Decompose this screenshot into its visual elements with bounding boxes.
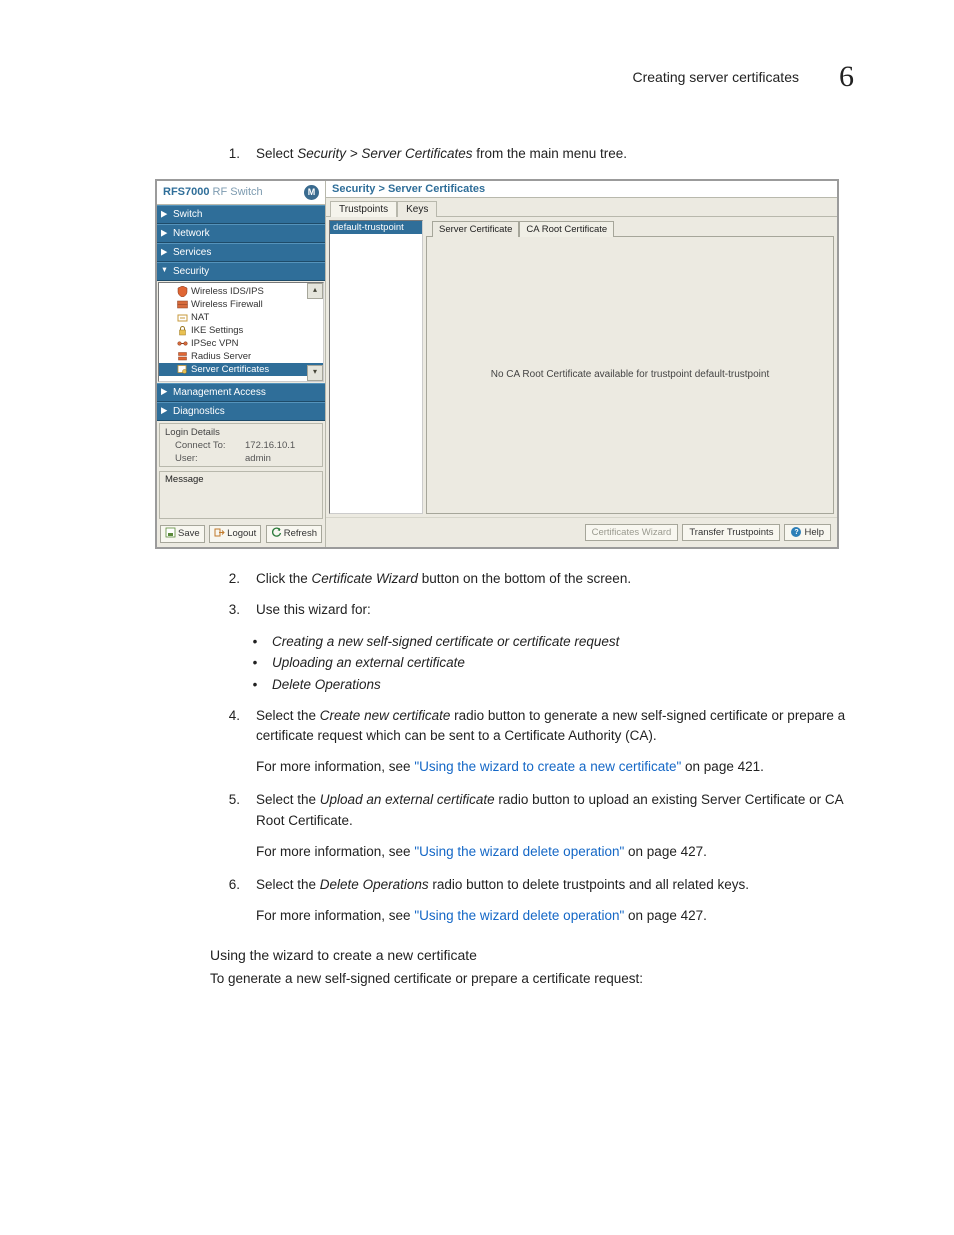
bullet: •Creating a new self-signed certificate …: [250, 631, 854, 653]
step-1: 1. Select Security > Server Certificates…: [220, 144, 854, 165]
tab-server-certificate[interactable]: Server Certificate: [432, 221, 519, 237]
tree-item-wireless-firewall[interactable]: Wireless Firewall: [159, 298, 323, 311]
app-screenshot: RFS7000 RF Switch M Switch Network Servi…: [155, 179, 839, 549]
save-icon: [165, 527, 176, 541]
subsection-para: To generate a new self-signed certificat…: [210, 969, 854, 990]
certificate-area: Server Certificate CA Root Certificate N…: [426, 220, 834, 514]
shield-icon: [177, 286, 188, 297]
nat-icon: [177, 312, 188, 323]
certificate-icon: [177, 364, 188, 375]
nav-panel: RFS7000 RF Switch M Switch Network Servi…: [157, 181, 326, 547]
empty-certificate-message: No CA Root Certificate available for tru…: [491, 369, 769, 380]
tree-item-server-certificates[interactable]: Server Certificates: [159, 363, 323, 376]
nav-section-security[interactable]: Security: [157, 262, 325, 281]
transfer-trustpoints-button[interactable]: Transfer Trustpoints: [682, 524, 780, 541]
step-number: 2.: [220, 569, 240, 590]
page: Creating server certificates 6 1. Select…: [0, 0, 954, 1235]
help-icon: ?: [791, 527, 801, 537]
main-tabs: Trustpoints Keys: [326, 198, 837, 216]
tree-item-radius-server[interactable]: Radius Server: [159, 350, 323, 363]
trustpoint-item[interactable]: default-trustpoint: [330, 221, 422, 234]
message-legend: Message: [165, 474, 317, 485]
login-connect-value: 172.16.10.1: [245, 440, 295, 451]
page-header: Creating server certificates 6: [90, 60, 864, 94]
tree-item-wireless-ids[interactable]: Wireless IDS/IPS: [159, 285, 323, 298]
nav-section-services[interactable]: Services: [157, 243, 325, 262]
main-title: Security > Server Certificates: [326, 181, 837, 198]
step-4: 4. Select the Create new certificate rad…: [220, 706, 854, 748]
refresh-icon: [271, 527, 282, 541]
step-3-bullets: •Creating a new self-signed certificate …: [250, 631, 854, 696]
certificate-tabs: Server Certificate CA Root Certificate: [426, 220, 834, 236]
step-number: 1.: [220, 144, 240, 165]
wizard-create-link[interactable]: "Using the wizard to create a new certif…: [414, 759, 681, 774]
certificate-body: No CA Root Certificate available for tru…: [426, 236, 834, 514]
server-icon: [177, 351, 188, 362]
tab-keys[interactable]: Keys: [397, 201, 437, 217]
lock-icon: [177, 325, 188, 336]
main-footer: Certificates Wizard Transfer Trustpoints…: [326, 517, 837, 547]
tree-item-nat[interactable]: NAT: [159, 311, 323, 324]
wizard-delete-link[interactable]: "Using the wizard delete operation": [414, 844, 624, 859]
main-body: default-trustpoint Server Certificate CA…: [326, 216, 837, 517]
bullet: •Delete Operations: [250, 674, 854, 696]
wizard-delete-link-2[interactable]: "Using the wizard delete operation": [414, 908, 624, 923]
step-5: 5. Select the Upload an external certifi…: [220, 790, 854, 832]
main-panel: Security > Server Certificates Trustpoin…: [326, 181, 837, 547]
save-button[interactable]: Save: [160, 525, 205, 543]
subsection-title: Using the wizard to create a new certifi…: [210, 947, 854, 963]
step-text: Click the Certificate Wizard button on t…: [256, 569, 854, 590]
scroll-down-icon[interactable]: ▾: [307, 365, 323, 381]
nav-section-management[interactable]: Management Access: [157, 383, 325, 402]
step-number: 3.: [220, 600, 240, 621]
step-3: 3. Use this wizard for:: [220, 600, 854, 621]
help-button[interactable]: ? Help: [784, 524, 831, 541]
tab-ca-root-certificate[interactable]: CA Root Certificate: [519, 221, 614, 237]
nav-section-switch[interactable]: Switch: [157, 205, 325, 224]
refresh-button[interactable]: Refresh: [266, 525, 322, 543]
certificates-wizard-button[interactable]: Certificates Wizard: [585, 524, 679, 541]
trustpoint-list[interactable]: default-trustpoint: [329, 220, 423, 514]
nav-section-network[interactable]: Network: [157, 224, 325, 243]
step-6-link-para: For more information, see "Using the wiz…: [256, 906, 854, 927]
login-legend: Login Details: [165, 427, 317, 438]
step-5-link-para: For more information, see "Using the wiz…: [256, 842, 854, 863]
message-box: Message: [159, 471, 323, 519]
tree-item-ipsec-vpn[interactable]: IPSec VPN: [159, 337, 323, 350]
step-number: 4.: [220, 706, 240, 748]
tree-item-ike-settings[interactable]: IKE Settings: [159, 324, 323, 337]
chapter-number: 6: [839, 60, 854, 94]
header-title: Creating server certificates: [632, 69, 799, 85]
nav-buttons: Save Logout Refresh: [157, 521, 325, 547]
step-text: Select the Upload an external certificat…: [256, 790, 854, 832]
tab-trustpoints[interactable]: Trustpoints: [330, 201, 397, 217]
vpn-icon: [177, 338, 188, 349]
step-text: Select the Delete Operations radio butto…: [256, 875, 854, 896]
nav-section-diagnostics[interactable]: Diagnostics: [157, 402, 325, 421]
bullet: •Uploading an external certificate: [250, 652, 854, 674]
step-number: 5.: [220, 790, 240, 832]
firewall-icon: [177, 299, 188, 310]
step-4-link-para: For more information, see "Using the wiz…: [256, 757, 854, 778]
step-text: Select Security > Server Certificates fr…: [256, 144, 854, 165]
content: 1. Select Security > Server Certificates…: [220, 144, 854, 990]
login-user-value: admin: [245, 453, 271, 464]
nav-tree: ▴ Wireless IDS/IPS Wireless Firewall NAT: [158, 282, 324, 382]
step-2: 2. Click the Certificate Wizard button o…: [220, 569, 854, 590]
login-details-box: Login Details Connect To: 172.16.10.1 Us…: [159, 423, 323, 467]
motorola-logo-icon: M: [304, 185, 319, 200]
step-6: 6. Select the Delete Operations radio bu…: [220, 875, 854, 896]
step-text: Use this wizard for:: [256, 600, 854, 621]
step-text: Select the Create new certificate radio …: [256, 706, 854, 748]
logout-icon: [214, 527, 225, 541]
scroll-up-icon[interactable]: ▴: [307, 283, 323, 299]
nav-title: RFS7000 RF Switch M: [157, 181, 325, 205]
logout-button[interactable]: Logout: [209, 525, 261, 543]
step-number: 6.: [220, 875, 240, 896]
